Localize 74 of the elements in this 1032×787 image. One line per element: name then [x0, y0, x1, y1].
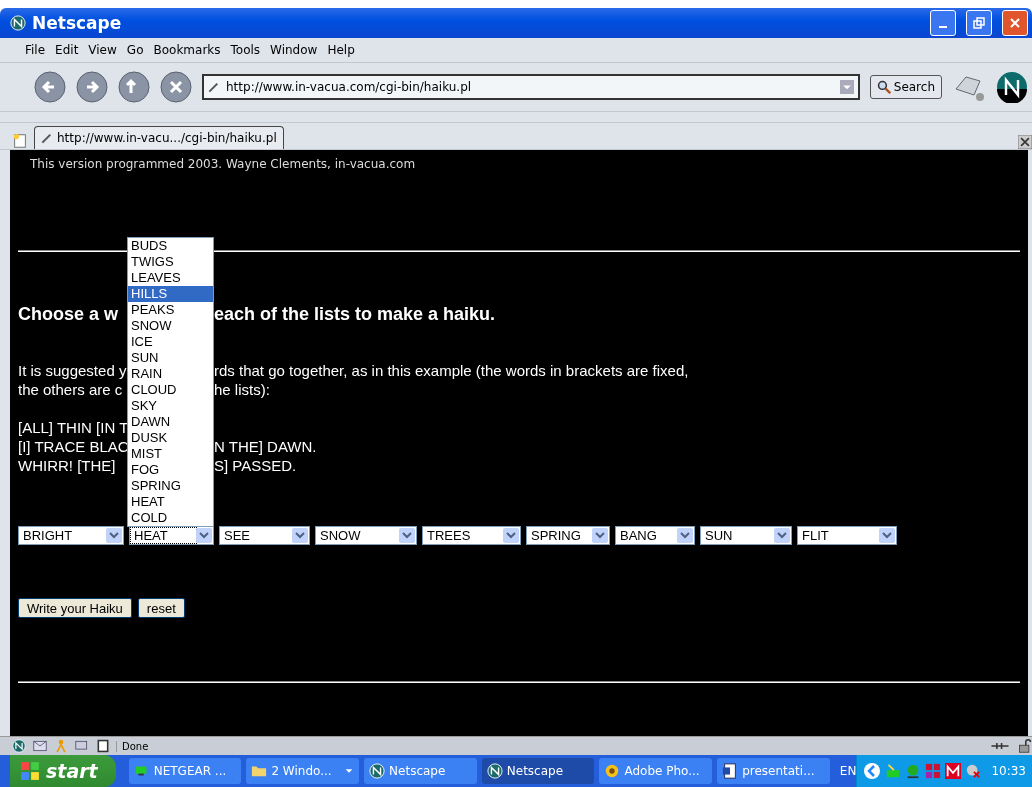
language-indicator[interactable]: EN — [839, 764, 857, 778]
dropdown-option[interactable]: HILLS — [128, 286, 213, 302]
taskbar-button[interactable]: NETGEAR ... — [128, 758, 242, 784]
taskbar-button[interactable]: 2 Windo... — [246, 758, 360, 784]
taskbar-button[interactable]: Adobe Pho... — [599, 758, 713, 784]
page-icon — [208, 81, 220, 93]
start-button[interactable]: start — [10, 755, 116, 787]
instruction-text: It is suggested y — [18, 362, 127, 379]
status-text: Done — [116, 740, 982, 752]
menu-item[interactable]: Go — [121, 43, 149, 57]
window-title: Netscape — [32, 13, 123, 33]
taskbar-button[interactable]: Netscape — [364, 758, 477, 784]
new-tab-icon[interactable] — [12, 133, 28, 149]
word-select[interactable]: BRIGHT — [18, 526, 124, 545]
netscape-logo-icon — [486, 763, 503, 779]
menu-item[interactable]: View — [83, 43, 122, 57]
chevron-icon[interactable] — [863, 762, 882, 780]
restore-button[interactable] — [966, 10, 992, 36]
address-field[interactable]: http://www.in-vacua.com/cgi-bin/haiku.pl — [202, 74, 860, 100]
minimize-icon — [939, 26, 947, 28]
forward-icon[interactable] — [76, 71, 108, 103]
netscape-logo-icon — [12, 739, 26, 753]
word-select[interactable]: BANG — [615, 526, 695, 545]
poem-line: N THE] DAWN. — [214, 437, 317, 456]
menu-item[interactable]: Help — [322, 43, 360, 57]
restore-icon — [973, 17, 985, 29]
notebook-icon — [96, 739, 110, 753]
disconnected-icon[interactable] — [965, 763, 982, 779]
menu-item[interactable]: Edit — [50, 43, 84, 57]
mail-icon — [32, 739, 48, 753]
poem-line: S] PASSED. — [214, 456, 297, 475]
netscape-logo-icon — [10, 15, 26, 31]
taskbar-button[interactable]: presentati... — [717, 758, 830, 784]
word-select[interactable]: FLIT — [797, 526, 897, 545]
back-icon[interactable] — [34, 71, 66, 103]
search-button[interactable]: Search — [869, 75, 942, 99]
taskbar-button[interactable]: Netscape — [481, 758, 595, 784]
flower-icon — [604, 763, 621, 779]
document-icon — [722, 763, 739, 779]
stop-icon[interactable] — [160, 71, 192, 103]
instruction-text: rds that go together, as in this example (the words in brackets are fixed, — [214, 361, 689, 380]
form-button[interactable]: Write your Haiku — [18, 598, 132, 618]
poem-line: WHIRR! [THE] — [18, 457, 116, 474]
netscape-logo-icon — [369, 763, 386, 779]
person-icon — [54, 739, 68, 753]
word-select[interactable]: TREES — [422, 526, 521, 545]
page-icon — [41, 132, 53, 144]
poem-line: [ALL] THIN [IN T — [18, 419, 129, 436]
windows-flag-icon — [20, 761, 40, 781]
close-tab-icon[interactable] — [1018, 135, 1032, 149]
poem-line: [I] TRACE BLAC — [18, 438, 129, 455]
word-select[interactable]: SEE — [219, 526, 310, 545]
credit-text: This version programmed 2003. Wayne Clements, in-vacua.com — [30, 157, 417, 171]
minimize-button[interactable] — [930, 10, 956, 36]
netscape-logo-icon[interactable] — [996, 71, 1028, 103]
heading: each of the lists to make a haiku. — [214, 303, 496, 325]
instruction-text: the others are c — [18, 381, 123, 398]
word-select[interactable]: SNOW — [315, 526, 417, 545]
menu-item[interactable]: Window — [265, 43, 323, 57]
browser-tab[interactable]: http://www.in-vacu.../cgi-bin/haiku.pl — [34, 126, 284, 149]
heading: Choose a w — [18, 304, 119, 324]
clock: 10:33 — [991, 764, 1026, 778]
mail-app-icon[interactable] — [945, 763, 962, 779]
menu-item[interactable]: File — [20, 43, 51, 57]
word-select[interactable]: SUN — [700, 526, 792, 545]
instruction-text: he lists): — [214, 380, 270, 399]
reload-icon[interactable] — [118, 71, 150, 103]
menu-item[interactable]: Tools — [225, 43, 266, 57]
word-select[interactable]: SPRING — [526, 526, 610, 545]
close-button[interactable] — [1002, 10, 1028, 36]
search-icon — [876, 80, 891, 94]
form-button[interactable]: reset — [137, 598, 185, 618]
close-icon — [1009, 17, 1021, 29]
menu-item[interactable]: Bookmarks — [148, 43, 226, 57]
